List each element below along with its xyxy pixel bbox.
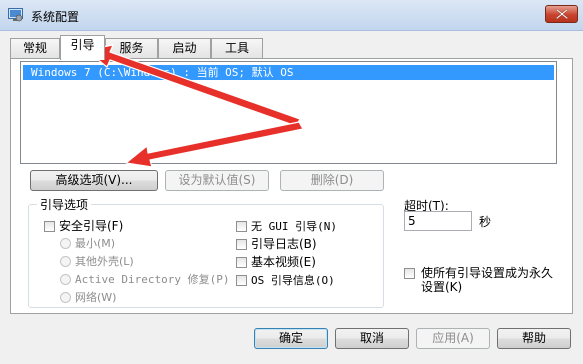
checkbox-box <box>236 221 247 232</box>
title-bar: 系统配置 <box>0 0 583 31</box>
os-list-item[interactable]: Windows 7 (C:\Windows) : 当前 OS; 默认 OS <box>23 65 554 80</box>
cancel-button[interactable]: 取消 <box>335 328 409 349</box>
os-boot-info-checkbox[interactable]: OS 引导信息(O) <box>236 273 335 289</box>
boot-log-checkbox[interactable]: 引导日志(B) <box>236 237 317 253</box>
ok-button[interactable]: 确定 <box>254 328 328 349</box>
radio-ad-repair[interactable]: Active Directory 修复(P) <box>60 273 229 289</box>
radio-circle <box>60 238 71 249</box>
radio-circle <box>60 274 71 285</box>
window-title: 系统配置 <box>31 10 80 24</box>
checkbox-box <box>404 268 415 279</box>
tab-services[interactable]: 服务 <box>105 38 158 59</box>
set-default-button[interactable]: 设为默认值(S) <box>165 170 269 191</box>
checkbox-box <box>236 275 247 286</box>
os-boot-info-label: OS 引导信息(O) <box>251 274 335 287</box>
help-button[interactable]: 帮助 <box>497 328 571 349</box>
safe-boot-label: 安全引导(F) <box>59 219 124 233</box>
radio-alternate-shell[interactable]: 其他外壳(L) <box>60 255 134 271</box>
checkbox-box <box>236 239 247 250</box>
safe-boot-checkbox[interactable]: 安全引导(F) <box>44 219 123 235</box>
advanced-options-button[interactable]: 高级选项(V)... <box>30 170 158 191</box>
tab-general[interactable]: 常规 <box>10 38 60 59</box>
base-video-checkbox[interactable]: 基本视频(E) <box>236 255 316 271</box>
make-permanent-label: 使所有引导设置成为永久设置(K) <box>421 266 554 294</box>
close-icon <box>556 9 568 19</box>
system-config-window: 系统配置 常规 引导 服务 启动 工具 Windows 7 (C:\Window… <box>0 0 583 364</box>
timeout-unit: 秒 <box>479 215 492 229</box>
os-listbox[interactable]: Windows 7 (C:\Windows) : 当前 OS; 默认 OS <box>20 61 557 164</box>
apply-button[interactable]: 应用(A) <box>416 328 490 349</box>
base-video-label: 基本视频(E) <box>251 255 316 269</box>
no-gui-boot-label: 无 GUI 引导(N) <box>251 220 337 233</box>
radio-network-label: 网络(W) <box>75 291 117 304</box>
radio-minimal[interactable]: 最小(M) <box>60 237 115 253</box>
radio-network[interactable]: 网络(W) <box>60 291 116 307</box>
msconfig-icon <box>8 8 23 22</box>
tab-tools[interactable]: 工具 <box>211 38 263 59</box>
radio-circle <box>60 256 71 267</box>
boot-options-label: 引导选项 <box>37 196 92 213</box>
close-button[interactable] <box>545 5 578 23</box>
radio-ad-repair-label: Active Directory 修复(P) <box>75 273 230 286</box>
tab-boot[interactable]: 引导 <box>60 35 105 60</box>
radio-alternate-shell-label: 其他外壳(L) <box>75 255 134 268</box>
radio-circle <box>60 292 71 303</box>
timeout-input[interactable]: 5 <box>404 211 472 231</box>
checkbox-box <box>236 257 247 268</box>
boot-log-label: 引导日志(B) <box>251 237 317 251</box>
checkbox-box <box>44 221 55 232</box>
no-gui-boot-checkbox[interactable]: 无 GUI 引导(N) <box>236 219 337 235</box>
radio-minimal-label: 最小(M) <box>75 237 116 250</box>
delete-button[interactable]: 删除(D) <box>280 170 384 191</box>
tab-startup[interactable]: 启动 <box>158 38 211 59</box>
